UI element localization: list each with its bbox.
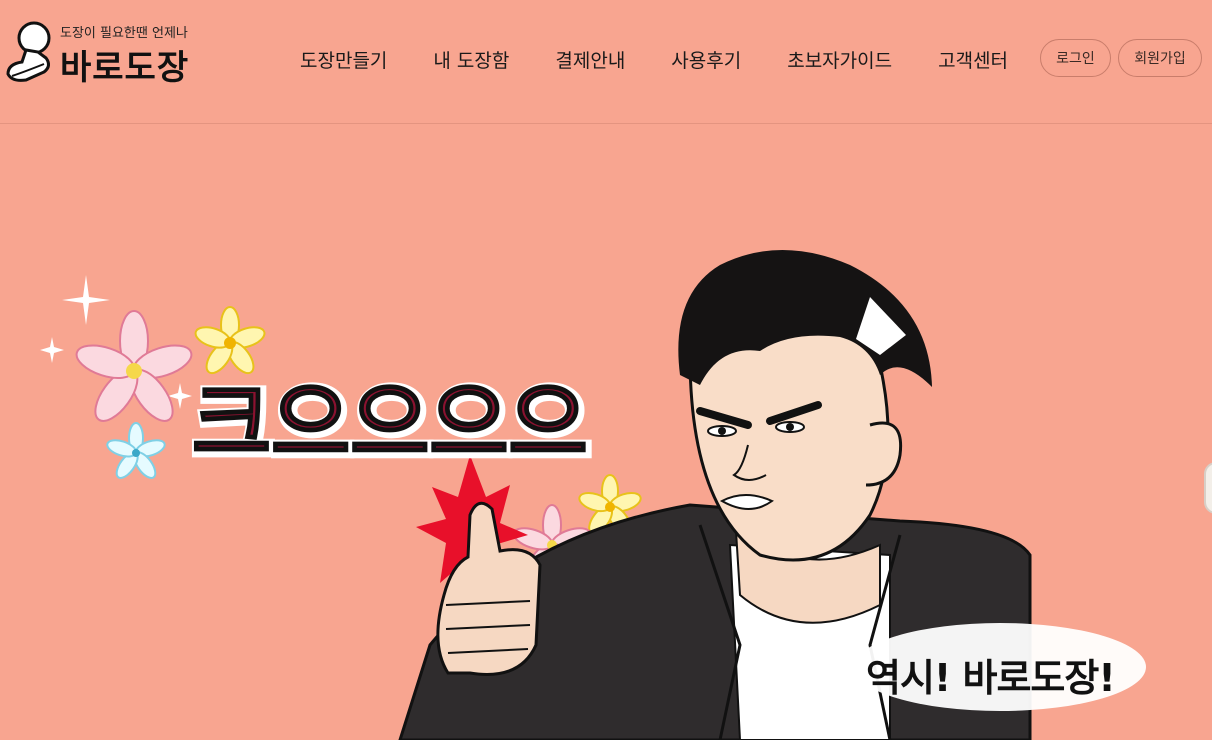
pink-flower-icon <box>75 310 193 422</box>
nav-item-make-stamp[interactable]: 도장만들기 <box>300 46 387 74</box>
brand-name: 바로도장 <box>60 48 190 88</box>
brand-logo[interactable]: 도장이 필요한땐 언제나 바로도장 <box>4 18 204 88</box>
stamp-logo-icon <box>6 21 51 82</box>
yellow-flower-icon <box>194 306 266 375</box>
title-art-text: 크으으으으 <box>192 374 588 474</box>
site-header: 도장이 필요한땐 언제나 바로도장 도장만들기 내 도장함 결제안내 사용후기 … <box>0 0 1212 124</box>
nav-item-payment[interactable]: 결제안내 <box>555 46 625 74</box>
title-art: 크으으으으 크으으으으 <box>189 371 595 481</box>
hero-caption: 역시! 바로도장! <box>866 656 1116 700</box>
nav-item-my-stamps[interactable]: 내 도장함 <box>433 46 509 74</box>
login-button[interactable]: 로그인 <box>1040 39 1111 77</box>
blue-flower-icon <box>106 422 166 479</box>
nav-item-beginner-guide[interactable]: 초보자가이드 <box>787 46 892 74</box>
hero-banner: 크으으으으 크으으으으 역시! 바로도장! <box>0 125 1212 740</box>
nav-item-support[interactable]: 고객센터 <box>938 46 1008 74</box>
nav-item-reviews[interactable]: 사용후기 <box>671 46 741 74</box>
next-slide-button[interactable] <box>1204 462 1212 514</box>
signup-button[interactable]: 회원가입 <box>1118 39 1202 77</box>
main-nav: 도장만들기 내 도장함 결제안내 사용후기 초보자가이드 고객센터 <box>300 46 1008 74</box>
brand-tagline: 도장이 필요한땐 언제나 <box>60 26 188 41</box>
